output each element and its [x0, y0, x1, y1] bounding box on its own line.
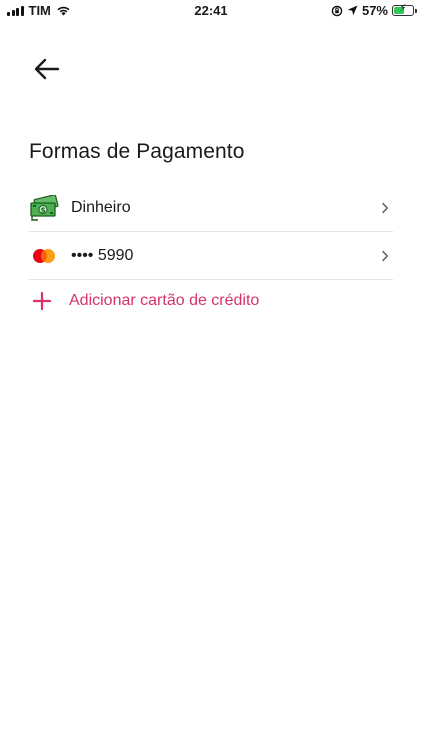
chevron-right-icon	[382, 202, 388, 213]
payment-method-label: Dinheiro	[71, 198, 131, 216]
payment-method-card[interactable]: •••• 5990	[29, 232, 393, 280]
arrow-left-icon	[34, 58, 60, 80]
status-bar-right: 57% ⚡	[331, 3, 417, 18]
payment-methods-list: $ Dinheiro •••• 5990	[29, 184, 393, 280]
mastercard-icon	[29, 243, 59, 269]
add-credit-card-label: Adicionar cartão de crédito	[69, 292, 260, 309]
payment-method-cash[interactable]: $ Dinheiro	[29, 184, 393, 232]
chevron-right-icon	[382, 250, 388, 261]
rotation-lock-icon	[331, 5, 343, 16]
battery-icon: ⚡	[392, 3, 417, 16]
payment-method-label: •••• 5990	[71, 246, 134, 264]
plus-icon	[32, 291, 52, 311]
add-credit-card-button[interactable]: Adicionar cartão de crédito	[29, 290, 259, 312]
cash-money-icon: $	[29, 194, 59, 221]
charging-bolt-icon: ⚡	[399, 3, 407, 14]
location-arrow-icon	[347, 5, 358, 16]
status-bar: TIM 22:41 57% ⚡	[0, 0, 422, 22]
battery-percent: 57%	[361, 3, 388, 18]
back-button[interactable]	[30, 55, 64, 83]
svg-text:$: $	[41, 206, 46, 214]
page-title: Formas de Pagamento	[29, 140, 245, 163]
